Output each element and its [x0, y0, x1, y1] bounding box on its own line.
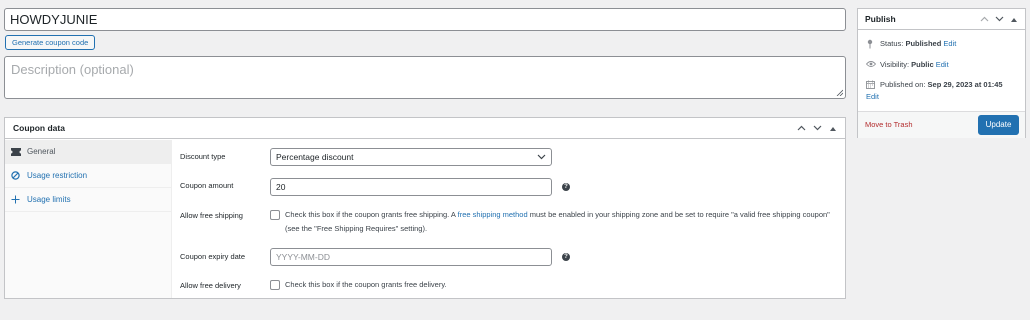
description-placeholder: Description (optional)	[11, 62, 134, 77]
move-up-icon[interactable]	[978, 13, 990, 25]
edit-visibility-link[interactable]: Edit	[936, 60, 949, 69]
tab-label: Usage limits	[27, 195, 71, 204]
calendar-icon	[866, 80, 876, 89]
tab-label: General	[27, 147, 56, 156]
eye-icon	[866, 60, 876, 68]
coupon-amount-input[interactable]: 20	[270, 178, 552, 196]
published-date-value: Sep 29, 2023 at 01:45	[927, 80, 1003, 89]
tab-usage-restriction[interactable]: Usage restriction	[5, 164, 171, 188]
coupon-amount-label: Coupon amount	[180, 181, 234, 190]
published-date-row: Published on: Sep 29, 2023 at 01:45	[866, 80, 1003, 90]
pin-icon	[866, 39, 876, 49]
coupon-code-input[interactable]: HOWDYJUNIE	[4, 8, 846, 31]
tab-label: Usage restriction	[27, 171, 88, 180]
collapse-toggle-icon[interactable]	[1008, 13, 1020, 25]
general-options-form: Discount type Percentage discount Coupon…	[180, 140, 845, 298]
status-row: Status: Published Edit	[866, 39, 956, 49]
collapse-toggle-icon[interactable]	[827, 122, 839, 134]
free-delivery-checkbox[interactable]	[270, 280, 280, 290]
move-up-icon[interactable]	[795, 122, 807, 134]
discount-type-label: Discount type	[180, 152, 226, 161]
description-textarea[interactable]: Description (optional)	[4, 56, 846, 99]
help-tip-icon[interactable]: ?	[562, 253, 570, 261]
move-down-icon[interactable]	[811, 122, 823, 134]
status-value: Published	[905, 39, 942, 48]
chevron-down-icon	[537, 154, 546, 160]
coupon-expiry-input[interactable]: YYYY-MM-DD	[270, 248, 552, 266]
publish-box: Publish Status: Published Edit Visibilit…	[857, 8, 1026, 138]
generate-coupon-code-button[interactable]: Generate coupon code	[5, 35, 96, 50]
ticket-icon	[11, 147, 23, 156]
coupon-data-panel: Coupon data General Usage restriction Us…	[4, 117, 846, 299]
move-to-trash-link[interactable]: Move to Trash	[865, 120, 913, 129]
free-shipping-description: Check this box if the coupon grants free…	[285, 210, 830, 233]
discount-type-select[interactable]: Percentage discount	[270, 148, 552, 166]
coupon-expiry-label: Coupon expiry date	[180, 252, 246, 261]
move-down-icon[interactable]	[993, 13, 1005, 25]
visibility-value: Public	[911, 60, 934, 69]
discount-type-value: Percentage discount	[276, 152, 354, 162]
plus-icon	[11, 195, 23, 204]
coupon-data-title: Coupon data	[5, 118, 845, 139]
edit-status-link[interactable]: Edit	[943, 39, 956, 48]
resize-handle-icon[interactable]	[836, 89, 843, 96]
publish-actions: Move to Trash Update	[858, 111, 1025, 138]
free-delivery-label: Allow free delivery	[180, 281, 241, 290]
block-icon	[11, 171, 23, 180]
tab-usage-limits[interactable]: Usage limits	[5, 188, 171, 212]
help-tip-icon[interactable]: ?	[562, 183, 570, 191]
edit-date-link[interactable]: Edit	[866, 92, 879, 101]
free-shipping-checkbox[interactable]	[270, 210, 280, 220]
free-shipping-method-link[interactable]: free shipping method	[458, 210, 528, 219]
visibility-row: Visibility: Public Edit	[866, 60, 949, 69]
free-delivery-description: Check this box if the coupon grants free…	[285, 280, 447, 289]
update-button[interactable]: Update	[978, 115, 1019, 135]
coupon-data-tabs: General Usage restriction Usage limits	[5, 140, 172, 298]
tab-general[interactable]: General	[5, 140, 171, 164]
free-shipping-label: Allow free shipping	[180, 211, 243, 220]
